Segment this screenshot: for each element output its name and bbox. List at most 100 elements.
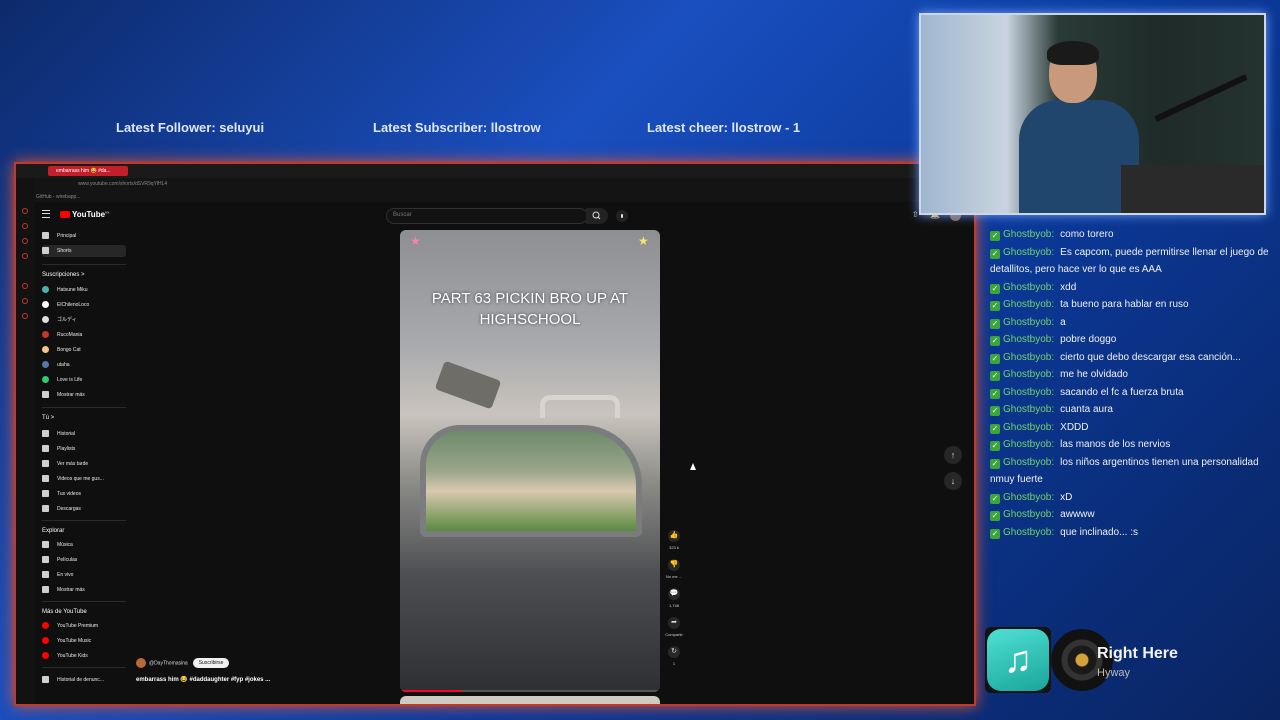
chat-username: Ghostbyob: [1003,526,1055,538]
sidebar-item-playlists[interactable]: Playlists [42,443,126,455]
chat-text: me he olvidado [1060,369,1128,380]
sidebar-item-report-history[interactable]: Historial de denunc... [42,674,126,686]
sidebar-item-subscription[interactable]: ElChilenoLoco [42,299,126,311]
sidebar-item-subscription[interactable]: Love is Life [42,374,126,386]
sun-visor [434,360,502,410]
sidebar-item-shorts[interactable]: Shorts [42,245,126,257]
remix-button[interactable]: ↻ 1 [664,646,684,666]
explore-heading: Explorar [42,528,65,534]
chevron-down-icon [42,391,49,399]
subscriptions-heading[interactable]: Suscripciones > [42,272,85,278]
sidebar-item-liked[interactable]: Videos que me gus... [42,473,126,485]
divider [42,520,126,521]
subscribe-button[interactable]: Suscribirse [192,658,230,668]
sidebar-app-icon[interactable] [22,238,28,244]
video-description[interactable]: embarrass him 😂 #daddaughter #fyp #jokes… [136,676,270,683]
short-video-player[interactable]: ★ ★ PART 63 PICKIN BRO UP AT HIGHSCHOOL [400,230,660,692]
url-text[interactable]: www.youtube.com/shorts/dSVR9qYlHL4 [78,181,167,187]
sidebar-item-downloads[interactable]: Descargas [42,503,126,515]
chat-text: cierto que debo descargar esa canción... [1060,351,1241,363]
sidebar-item-history[interactable]: Historial [42,428,126,440]
chat-message: ✓ Ghostbyob: cierto que debo descargar esa… [990,349,1270,367]
verified-check-icon: ✓ [990,318,1000,329]
like-button[interactable]: 👍 323 k [664,530,684,550]
video-overlay-title: PART 63 PICKIN BRO UP AT HIGHSCHOOL [431,290,629,328]
sidebar-item-youtube-premium[interactable]: YouTube Premium [42,620,126,632]
song-title: Right Here [1097,645,1178,662]
sidebar-item-subscription[interactable]: RucoMania [42,329,126,341]
next-short-preview[interactable] [400,696,660,704]
verified-check-icon: ✓ [990,458,1000,469]
search-button[interactable] [586,208,608,224]
video-progress-bar[interactable] [400,690,660,692]
channel-avatar[interactable] [136,658,146,668]
search-placeholder: Buscar [393,212,412,218]
sidebar-item-youtube-kids[interactable]: YouTube Kids [42,650,126,662]
verified-check-icon: ✓ [990,301,1000,311]
live-icon [42,571,49,579]
divider [42,601,126,602]
chat-username: Ghostbyob: [1003,229,1055,240]
sidebar-item-show-more[interactable]: Mostrar más [42,584,126,596]
verified-check-icon: ✓ [990,388,1000,399]
sidebar-item-subscription[interactable]: utaha [42,359,126,371]
verified-check-icon: ✓ [990,528,1000,539]
sidebar-item-subscription[interactable]: Bongo Cat [42,344,126,356]
sidebar-item-music[interactable]: Música [42,539,126,551]
chat-username: Ghostbyob: [1003,456,1055,468]
progress-fill [400,690,463,692]
comments-button[interactable]: 💬 1,748 [664,588,684,608]
chat-message: ✓ Ghostbyob: cuanta aura [990,401,1270,419]
chat-text: las manos de los nervios [1060,439,1171,450]
channel-avatar [42,316,49,324]
sidebar-app-icon[interactable] [22,223,28,229]
sidebar-item-movies[interactable]: Películas [42,554,126,566]
bookmark-item[interactable]: GitHub - wirebapp... [36,194,80,200]
youtube-sidebar: Principal Shorts Suscripciones > Hatsune… [36,202,126,702]
sidebar-item-subscription[interactable]: ゴルディ [42,314,126,326]
chat-username: Ghostbyob: [1003,351,1055,363]
sidebar-app-icon[interactable] [22,253,28,259]
channel-name[interactable]: @DayThomasina [149,660,188,666]
album-art: ♫ [985,627,1051,693]
channel-avatar [42,331,49,339]
sidebar-item-youtube-music[interactable]: YouTube Music [42,635,126,647]
sidebar-app-icon[interactable] [22,208,28,214]
verified-check-icon: ✓ [990,441,1000,451]
voice-search-button[interactable] [616,210,628,222]
sidebar-item-show-more[interactable]: Mostrar más [42,389,126,401]
sidebar-item-your-videos[interactable]: Tus videos [42,488,126,500]
next-short-button[interactable]: ↓ [944,472,962,490]
youtube-kids-icon [42,652,49,660]
chat-username: Ghostbyob: [1003,421,1055,433]
channel-avatar [42,376,49,384]
channel-avatar [42,301,49,309]
music-note-icon: ♫ [987,629,1049,691]
previous-short-button[interactable]: ↑ [944,446,962,464]
sidebar-item-subscription[interactable]: Hatsune Miku [42,284,126,296]
browser-titlebar: embarrass him 😂 #da... [16,164,974,178]
verified-check-icon: ✓ [990,283,1000,294]
you-heading[interactable]: Tú > [42,415,54,421]
video-icon [42,490,49,498]
microphone-arm [1154,74,1248,122]
address-bar[interactable]: www.youtube.com/shorts/dSVR9qYlHL4 [16,178,974,192]
sidebar-app-icon[interactable] [22,283,28,289]
browser-tab[interactable]: embarrass him 😂 #da... [48,166,128,176]
latest-cheer: Latest cheer: llostrow - 1 [647,120,801,135]
sidebar-item-live[interactable]: En vivo [42,569,126,581]
sidebar-app-icon[interactable] [22,313,28,319]
chat-text: sacando el fc a fuerza bruta [1060,386,1184,398]
verified-check-icon: ✓ [990,406,1000,416]
dislike-button[interactable]: 👎 No me ... [664,559,684,579]
sidebar-app-icon[interactable] [22,298,28,304]
verified-check-icon: ✓ [990,231,1000,241]
sidebar-item-principal[interactable]: Principal [42,230,126,242]
chat-username: Ghostbyob: [1003,246,1055,258]
chevron-down-icon [42,586,49,594]
share-button[interactable]: ➦ Compartir [664,617,684,637]
sidebar-item-watch-later[interactable]: Ver más tarde [42,458,126,470]
chat-message: ✓ Ghostbyob: ta bueno para hablar en ruso [990,296,1270,314]
search-input[interactable]: Buscar [386,208,588,224]
chat-text: a [1060,316,1066,328]
